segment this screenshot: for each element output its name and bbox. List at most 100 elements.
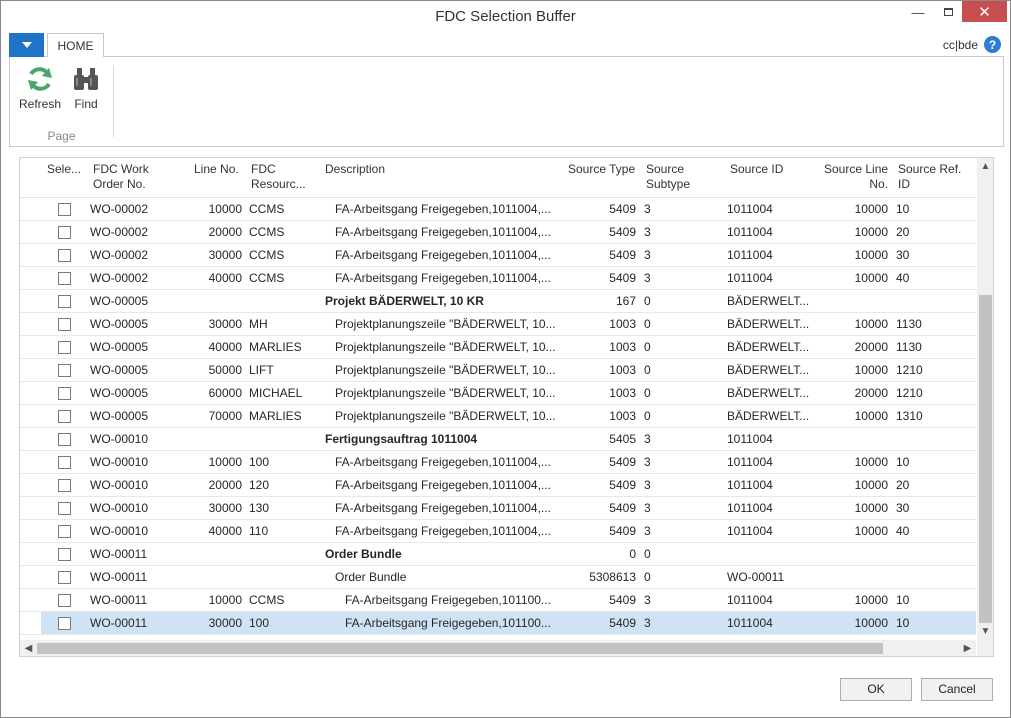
header-line-no[interactable]: Line No. [194, 162, 239, 177]
row-selector[interactable] [20, 543, 41, 565]
table-row[interactable]: WO-00011 30000 100 FA-Arbeitsgang Freigegeb… [20, 612, 976, 635]
table-row[interactable]: WO-00010 30000 130 FA-Arbeitsgang Freigegeb… [20, 497, 976, 520]
close-button[interactable]: ✕ [962, 1, 1007, 22]
cell-description: FA-Arbeitsgang Freigegeben,101100... [345, 616, 551, 630]
table-row[interactable]: WO-00002 30000 CCMS FA-Arbeitsgang Freigege… [20, 244, 976, 267]
vertical-scroll-thumb[interactable] [979, 295, 992, 623]
table-row[interactable]: WO-00005 40000 MARLIES Projektplanungszeile… [20, 336, 976, 359]
table-row[interactable]: WO-00005 Projekt BÄDERWELT, 10 KR 167 0 BÄDE… [20, 290, 976, 313]
table-row[interactable]: WO-00002 10000 CCMS FA-Arbeitsgang Freigege… [20, 198, 976, 221]
select-checkbox[interactable] [58, 226, 71, 239]
header-select[interactable]: Sele... [47, 162, 81, 177]
select-checkbox[interactable] [58, 502, 71, 515]
row-selector[interactable] [20, 520, 41, 542]
scroll-up-icon[interactable]: ▲ [977, 158, 993, 175]
header-source-subtype[interactable]: Source Subtype [646, 162, 690, 192]
maximize-button[interactable] [933, 1, 963, 23]
select-checkbox[interactable] [58, 410, 71, 423]
select-checkbox[interactable] [58, 571, 71, 584]
header-work-order[interactable]: FDC Work Order No. [93, 162, 149, 192]
tab-home[interactable]: HOME [47, 33, 104, 58]
row-selector[interactable] [20, 290, 41, 312]
cell-source-ref: 1210 [896, 386, 923, 400]
cell-line-no: 40000 [208, 524, 242, 538]
cell-work-order: WO-00010 [90, 478, 149, 492]
row-selector[interactable] [20, 336, 41, 358]
select-checkbox[interactable] [58, 594, 71, 607]
table-row[interactable]: WO-00011 Order Bundle 0 0 [20, 543, 976, 566]
cell-work-order: WO-00002 [90, 271, 149, 285]
cell-description: Projektplanungszeile "BÄDERWELT, 10... [335, 363, 556, 377]
cell-source-type: 5409 [609, 501, 636, 515]
select-checkbox[interactable] [58, 456, 71, 469]
select-checkbox[interactable] [58, 318, 71, 331]
select-checkbox[interactable] [58, 525, 71, 538]
select-checkbox[interactable] [58, 272, 71, 285]
row-selector[interactable] [20, 313, 41, 335]
header-source-type[interactable]: Source Type [568, 162, 635, 177]
row-selector[interactable] [20, 267, 41, 289]
cell-work-order: WO-00010 [90, 432, 149, 446]
row-selector[interactable] [20, 221, 41, 243]
cell-description: FA-Arbeitsgang Freigegeben,1011004,... [335, 478, 551, 492]
scroll-down-icon[interactable]: ▼ [977, 623, 993, 640]
horizontal-scrollbar[interactable]: ◀ ▶ [20, 640, 976, 656]
scroll-right-icon[interactable]: ▶ [959, 640, 976, 656]
row-selector[interactable] [20, 405, 41, 427]
table-row[interactable]: WO-00010 10000 100 FA-Arbeitsgang Freigegeb… [20, 451, 976, 474]
horizontal-scroll-thumb[interactable] [37, 643, 883, 654]
table-row[interactable]: WO-00010 Fertigungsauftrag 1011004 5405 3 10… [20, 428, 976, 451]
table-row[interactable]: WO-00005 70000 MARLIES Projektplanungszeile… [20, 405, 976, 428]
row-selector[interactable] [20, 612, 41, 634]
row-selector[interactable] [20, 589, 41, 611]
cell-line-no: 20000 [208, 478, 242, 492]
row-selector[interactable] [20, 474, 41, 496]
row-selector[interactable] [20, 198, 41, 220]
cell-source-ref: 40 [896, 524, 910, 538]
table-row[interactable]: WO-00010 40000 110 FA-Arbeitsgang Freigegeb… [20, 520, 976, 543]
header-description[interactable]: Description [325, 162, 385, 177]
table-row[interactable]: WO-00005 30000 MH Projektplanungszeile "BÄD… [20, 313, 976, 336]
cell-source-type: 1003 [609, 386, 636, 400]
row-selector[interactable] [20, 359, 41, 381]
table-row[interactable]: WO-00011 Order Bundle 5308613 0 WO-00011 [20, 566, 976, 589]
select-checkbox[interactable] [58, 295, 71, 308]
row-selector[interactable] [20, 244, 41, 266]
row-selector[interactable] [20, 428, 41, 450]
header-source-line[interactable]: Source Line No. [824, 162, 888, 192]
app-menu-button[interactable] [9, 33, 44, 57]
header-source-id[interactable]: Source ID [730, 162, 783, 177]
find-button[interactable]: Find [62, 63, 110, 115]
select-checkbox[interactable] [58, 617, 71, 630]
minimize-button[interactable]: — [903, 1, 933, 23]
header-resource[interactable]: FDC Resourc... [251, 162, 306, 192]
select-checkbox[interactable] [58, 479, 71, 492]
table-row[interactable]: WO-00002 40000 CCMS FA-Arbeitsgang Freigege… [20, 267, 976, 290]
refresh-button[interactable]: Refresh [16, 63, 64, 115]
select-checkbox[interactable] [58, 341, 71, 354]
select-checkbox[interactable] [58, 387, 71, 400]
ok-button[interactable]: OK [840, 678, 912, 701]
table-row[interactable]: WO-00010 20000 120 FA-Arbeitsgang Freigegeb… [20, 474, 976, 497]
cancel-button[interactable]: Cancel [921, 678, 993, 701]
vertical-scrollbar[interactable]: ▲ ▼ [977, 158, 993, 640]
help-icon[interactable]: ? [984, 36, 1001, 53]
select-checkbox[interactable] [58, 203, 71, 216]
scroll-left-icon[interactable]: ◀ [20, 640, 37, 656]
select-checkbox[interactable] [58, 249, 71, 262]
header-source-ref[interactable]: Source Ref. ID [898, 162, 961, 192]
row-selector[interactable] [20, 497, 41, 519]
maximize-icon [943, 8, 953, 16]
row-selector[interactable] [20, 382, 41, 404]
table-row[interactable]: WO-00005 50000 LIFT Projektplanungszeile "B… [20, 359, 976, 382]
select-checkbox[interactable] [58, 548, 71, 561]
select-checkbox[interactable] [58, 433, 71, 446]
cell-source-subtype: 3 [644, 225, 651, 239]
table-row[interactable]: WO-00011 10000 CCMS FA-Arbeitsgang Freigege… [20, 589, 976, 612]
row-selector[interactable] [20, 451, 41, 473]
select-checkbox[interactable] [58, 364, 71, 377]
row-selector[interactable] [20, 566, 41, 588]
table-row[interactable]: WO-00002 20000 CCMS FA-Arbeitsgang Freigege… [20, 221, 976, 244]
cell-work-order: WO-00005 [90, 386, 149, 400]
table-row[interactable]: WO-00005 60000 MICHAEL Projektplanungszeile… [20, 382, 976, 405]
